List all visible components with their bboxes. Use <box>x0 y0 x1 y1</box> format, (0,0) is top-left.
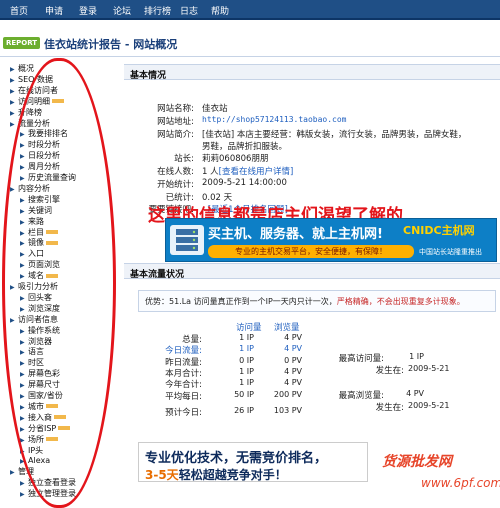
note-warning: 严格精确，不会出现重复多计现象。 <box>336 297 465 306</box>
traffic-section-header: 基本流量状况 <box>124 263 500 280</box>
max-visits-time: 2009-5-21 <box>408 364 450 373</box>
max-visits-label: 最高访问量: <box>338 354 384 364</box>
report-title-bar: REPORT 佳衣站统计报告 - 网站概况 <box>0 30 500 56</box>
traffic-row-label: 预计今日: <box>165 407 202 418</box>
info-link[interactable]: [查看在线用户详情] <box>219 167 294 177</box>
max-visits-time-label: 发生在: <box>375 366 404 376</box>
info-label: 网站地址: <box>157 117 194 127</box>
traffic-views-cell: 4 PV <box>284 366 302 376</box>
traffic-views-cell: 4 PV <box>284 378 302 388</box>
info-value-text: http://shop57124113.taobao.com <box>202 115 347 124</box>
sidebar-item-label: 概况 <box>18 64 34 73</box>
traffic-views-cell: 4 PV <box>284 344 302 354</box>
hosting-ad-banner[interactable]: 买主机、服务器、就上主机网! CNIDC主机网 专业的主机交易平台，安全便捷，有… <box>165 218 497 262</box>
traffic-visits-cell: 26 IP <box>234 405 254 415</box>
ad-tagline: 中国站长站隆重推出 <box>419 248 482 256</box>
col-header-views: 浏览量 <box>274 323 300 333</box>
max-views-label: 最高浏览量: <box>338 391 384 401</box>
info-value: 莉莉060806朋朋 <box>202 152 268 164</box>
nav-item[interactable]: 申请 <box>45 4 63 17</box>
seo-ad-line2-text: 轻松超越竞争对手！ <box>178 468 287 482</box>
traffic-row-label: 昨日流量: <box>165 357 202 368</box>
traffic-visits-cell: 1 IP <box>239 333 254 342</box>
report-badge: REPORT <box>3 37 40 49</box>
traffic-row-label: 今日流量: <box>165 346 202 357</box>
traffic-title: 基本流量状况 <box>130 270 185 280</box>
arrow-right-icon: ▶ <box>10 87 15 95</box>
nav-item[interactable]: 排行榜 <box>144 4 171 17</box>
traffic-views-cell: 200 PV <box>273 389 302 399</box>
traffic-row-label: 总量: <box>182 335 202 345</box>
watermark-url: www.6pf.com <box>421 476 500 490</box>
traffic-visits-cell: 1 IP <box>239 366 254 376</box>
arrow-right-icon: ▶ <box>20 491 25 499</box>
info-label: 网站简介: <box>157 130 194 140</box>
traffic-visits-cell: 1 IP <box>239 378 254 388</box>
traffic-views-cell: 103 PV <box>273 405 302 415</box>
ad-headline: 买主机、服务器、就上主机网! <box>208 227 383 242</box>
arrow-right-icon: ▶ <box>10 98 15 106</box>
note-prefix: 优势：51.La 访问量真正作到一个IP一天内只计一次， <box>145 297 337 306</box>
server-rack-icon <box>170 225 204 255</box>
basic-info-section-header: 基本情况 <box>124 64 500 81</box>
nav-item[interactable]: 论坛 <box>113 4 131 17</box>
traffic-visits-cell: 0 IP <box>239 355 254 365</box>
arrow-right-icon: ▶ <box>10 66 15 73</box>
main-content: 基本情况 网站名称: 佳衣站 网站地址: http://shop57124113.ta… <box>124 60 500 508</box>
sidebar-item[interactable]: ▶ 概况 <box>10 64 34 74</box>
nav-item[interactable]: 登录 <box>79 4 97 17</box>
traffic-views-cell: 4 PV <box>284 333 302 342</box>
traffic-visits-cell: 50 IP <box>234 389 254 399</box>
info-value-text: [佳衣站] 本店主要经营：韩版女装，流行女装，品牌男装，品牌女鞋， <box>202 130 467 140</box>
max-views-value: 4 PV <box>406 389 424 398</box>
arrow-right-icon: ▶ <box>20 480 25 488</box>
traffic-visits-cell: 1 IP <box>239 344 254 354</box>
advantage-note: 优势：51.La 访问量真正作到一个IP一天内只计一次，严格精确，不会出现重复多… <box>138 290 496 312</box>
nav-item[interactable]: 日志 <box>180 4 198 17</box>
traffic-views-cell: 0 PV <box>284 355 302 365</box>
red-highlight-oval <box>2 58 116 508</box>
arrow-right-icon: ▶ <box>10 76 15 84</box>
col-header-visits: 访问量 <box>236 323 262 333</box>
arrow-right-icon: ▶ <box>10 109 15 117</box>
max-views-time-label: 发生在: <box>375 403 404 413</box>
top-navigation-bar: 首页 申请 登录 论坛 排行榜 日志 帮助 <box>0 0 500 20</box>
info-value: 2009-5-21 14:00:00 <box>202 178 287 188</box>
page-title: 佳衣站统计报告 - 网站概况 <box>44 38 178 51</box>
info-value-text: 佳衣站 <box>202 104 228 114</box>
watermark-logo: 货源批发网 <box>382 454 452 470</box>
max-views-time: 2009-5-21 <box>408 401 450 410</box>
site-url-link[interactable]: http://shop57124113.taobao.com <box>202 115 347 124</box>
info-label: 站长: <box>174 154 194 164</box>
traffic-row-label: 平均每日: <box>165 391 202 402</box>
info-value-text: 2009-5-21 14:00:00 <box>202 178 287 188</box>
info-label: 在线人数: <box>157 167 194 177</box>
nav-item[interactable]: 首页 <box>10 4 28 17</box>
nav-item[interactable]: 帮助 <box>211 4 229 17</box>
seo-ad-line1: 专业优化技术，无需竞价排名， <box>145 451 328 466</box>
info-value: 1 人[查看在线用户详情] <box>202 165 293 177</box>
basic-info-title: 基本情况 <box>130 71 167 81</box>
info-label: 开始统计: <box>157 180 194 190</box>
info-value-text: 1 人 <box>202 167 219 177</box>
seo-ad-days: 3-5天 <box>145 468 179 482</box>
max-visits-value: 1 IP <box>409 352 424 361</box>
info-value: 男鞋，品牌折扣服装。 <box>202 140 287 152</box>
info-value-text: 男鞋，品牌折扣服装。 <box>202 142 288 152</box>
arrow-right-icon: ▶ <box>10 469 15 477</box>
seo-ad-line2: 3-5天轻松超越竞争对手！ <box>145 466 287 483</box>
ad-subtitle: 专业的主机交易平台，安全便捷，有保障！ <box>208 245 414 258</box>
info-value: 佳衣站 <box>202 102 228 114</box>
traffic-row-label: 今年合计: <box>165 380 202 391</box>
traffic-row-label: 本月合计: <box>165 368 202 379</box>
title-divider <box>0 56 500 57</box>
info-value-text: 莉莉060806朋朋 <box>202 154 269 164</box>
seo-ad-banner[interactable]: 专业优化技术，无需竞价排名， 3-5天轻松超越竞争对手！ <box>138 442 368 482</box>
info-value: [佳衣站] 本店主要经营：韩版女装，流行女装，品牌男装，品牌女鞋， <box>202 128 466 140</box>
info-label: 网站名称: <box>157 104 194 114</box>
ad-brand-logo: CNIDC主机网 <box>403 224 475 237</box>
